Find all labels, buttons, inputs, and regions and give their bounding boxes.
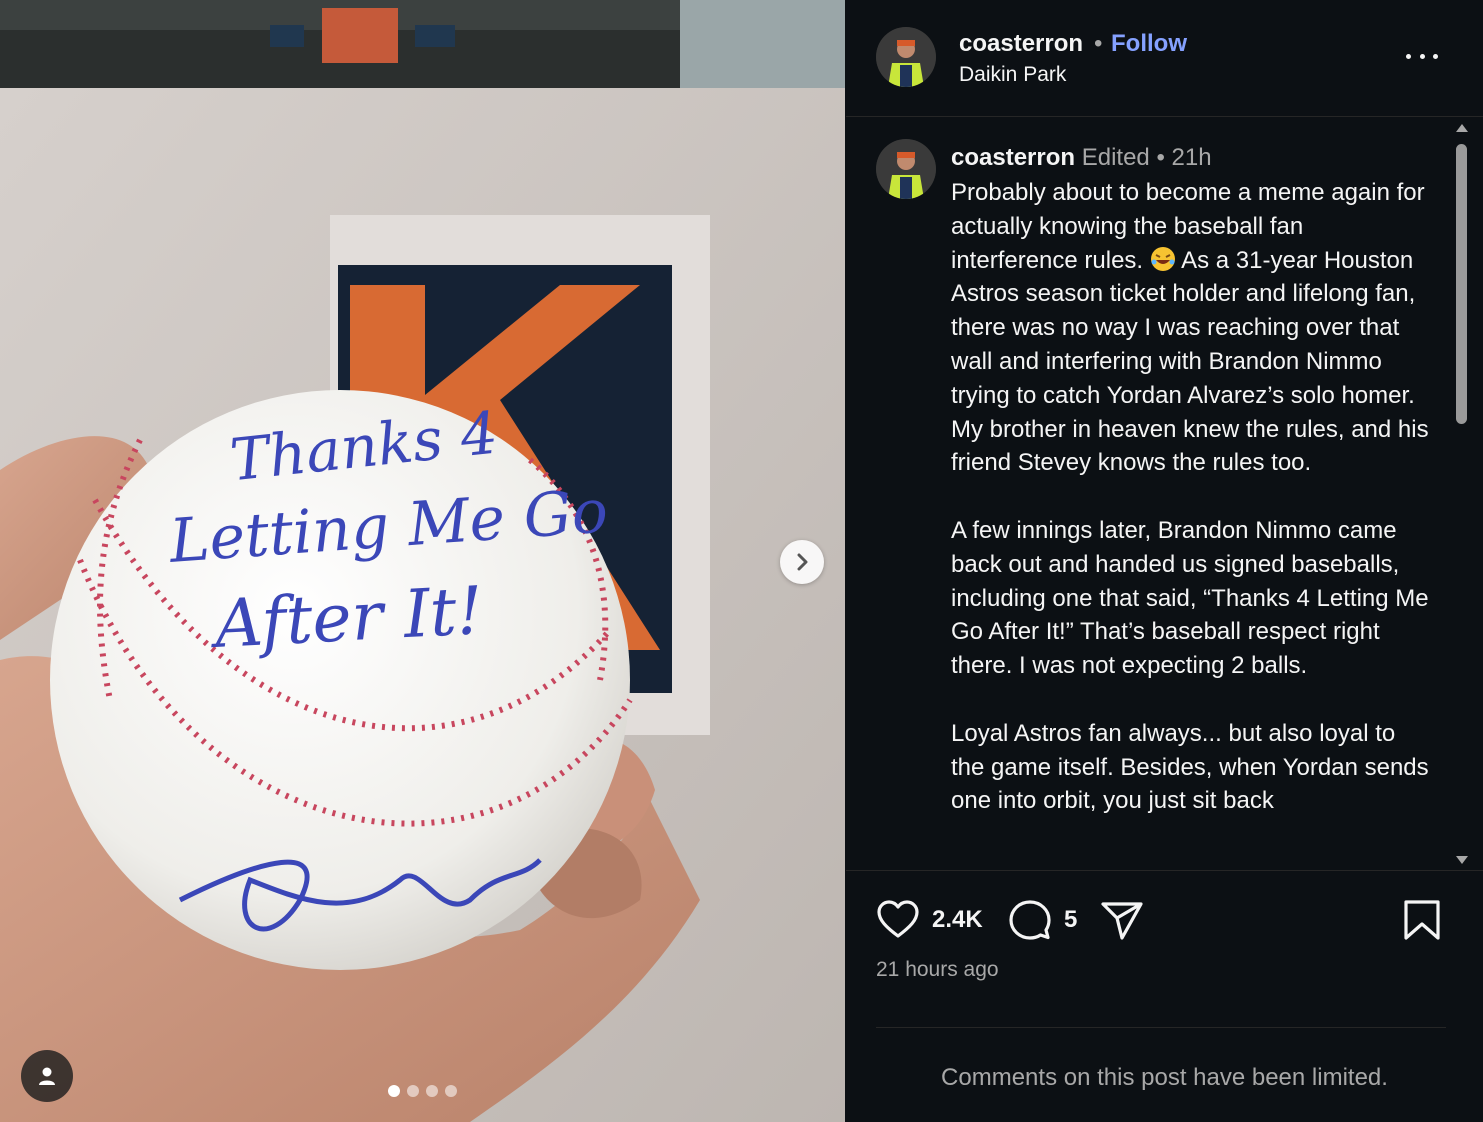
save-button[interactable] [1400,898,1444,947]
next-media-button[interactable] [780,540,824,584]
caption-paragraph: A few innings later, Brandon Nimmo came … [951,516,1429,680]
scroll-down-arrow-icon[interactable] [1456,856,1468,864]
carousel-indicator [388,1085,457,1097]
carousel-dot [407,1085,419,1097]
caption-text-part: As a 31-year Houston Astros season ticke… [951,246,1429,477]
heart-icon [877,900,919,938]
tagged-users-button[interactable] [21,1050,73,1102]
action-bar: 2.4K 5 [876,898,1446,944]
caption-scrollbar[interactable] [1453,118,1471,870]
carousel-dot [426,1085,438,1097]
carousel-dot [445,1085,457,1097]
avatar[interactable] [876,139,936,199]
caption-age[interactable]: 21h [1172,144,1212,171]
caption-paragraph: Probably about to become a meme again fo… [951,176,1431,480]
likes-count[interactable]: 2.4K [932,906,983,934]
share-button[interactable] [1100,898,1144,947]
user-icon [39,1067,55,1085]
handwriting-line-3: After It! [207,572,485,663]
caption-meta: coasterron Edited • 21h [951,144,1212,172]
caption-text: Probably about to become a meme again fo… [951,176,1431,852]
like-button[interactable] [876,898,920,947]
send-icon [1101,902,1143,940]
scrollbar-thumb[interactable] [1456,144,1467,424]
scroll-up-arrow-icon[interactable] [1456,124,1468,132]
bookmark-icon [1404,900,1440,940]
header-separator: • [1094,30,1103,57]
header-username[interactable]: coasterron [959,30,1083,58]
chevron-right-icon [797,553,808,571]
post-timestamp[interactable]: 21 hours ago [876,958,999,982]
avatar-image [876,139,936,199]
carousel-dot [388,1085,400,1097]
caption-paragraph: Loyal Astros fan always... but also loya… [951,719,1429,815]
actions-divider [846,870,1483,871]
edited-label: Edited [1081,144,1150,171]
post-media[interactable]: Thanks 4 Letting Me Go After It! [0,0,845,1122]
follow-button[interactable]: Follow [1111,30,1187,58]
comment-button[interactable] [1008,898,1052,947]
rolling-on-floor-laughing-emoji [1150,246,1175,271]
baseball-photo: Thanks 4 Letting Me Go After It! [0,0,845,1122]
avatar-image [876,27,936,87]
comments-divider [876,1027,1446,1028]
caption-username[interactable]: coasterron [951,144,1075,171]
more-options-button[interactable] [1406,44,1438,68]
location-link[interactable]: Daikin Park [959,63,1066,87]
post-side-panel: coasterron • Follow Daikin Park coasterr… [846,0,1483,1122]
more-horizontal-icon [1433,53,1438,59]
more-horizontal-icon [1419,53,1425,59]
comments-count[interactable]: 5 [1064,906,1077,934]
avatar[interactable] [876,27,936,87]
caption-separator: • [1156,144,1165,171]
post-header: coasterron • Follow Daikin Park [846,0,1483,117]
caption-area[interactable]: coasterron Edited • 21h Probably about t… [846,118,1451,870]
more-horizontal-icon [1406,53,1411,59]
comment-icon [1009,900,1051,940]
comments-limited-notice: Comments on this post have been limited. [941,1064,1388,1091]
